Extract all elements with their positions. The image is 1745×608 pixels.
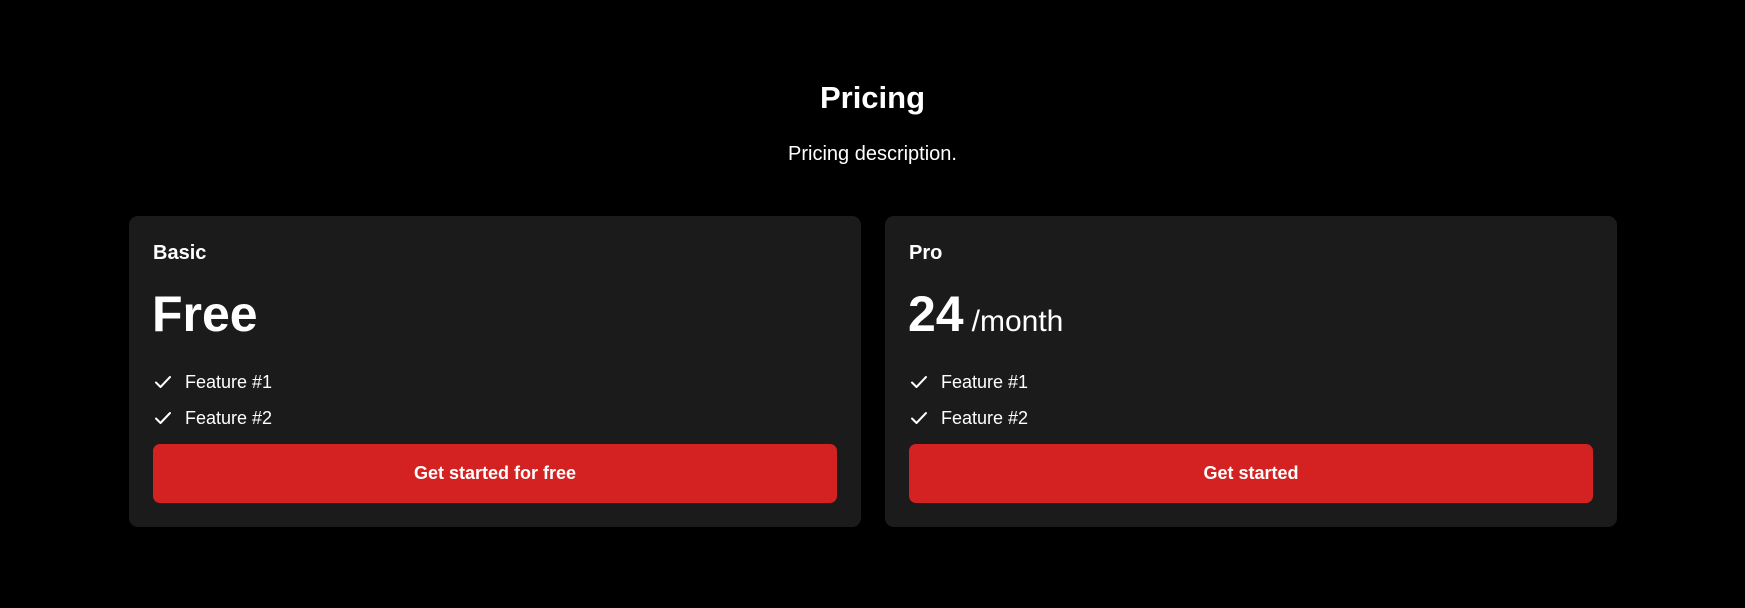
check-icon xyxy=(153,372,173,392)
feature-label: Feature #2 xyxy=(185,408,273,428)
feature-list: Feature #1 Feature #2 xyxy=(153,364,272,436)
pricing-card-basic: Basic Free Feature #1 Feature #2 Get sta… xyxy=(129,216,861,527)
pricing-description: Pricing description. xyxy=(788,143,957,165)
plan-price: Free xyxy=(152,286,258,342)
get-started-button[interactable]: Get started xyxy=(909,444,1593,503)
feature-item: Feature #1 xyxy=(909,364,1028,400)
price-row: 24 /month xyxy=(908,282,1063,346)
plan-period: /month xyxy=(971,305,1064,338)
check-icon xyxy=(909,408,929,428)
feature-label: Feature #1 xyxy=(941,372,1029,392)
check-icon xyxy=(909,372,929,392)
feature-item: Feature #2 xyxy=(153,400,272,436)
plan-price: 24 xyxy=(908,286,964,342)
check-icon xyxy=(153,408,173,428)
feature-item: Feature #1 xyxy=(153,364,272,400)
plan-name: Basic xyxy=(153,242,207,264)
pricing-title: Pricing xyxy=(819,80,926,115)
feature-label: Feature #1 xyxy=(185,372,273,392)
pricing-card-pro: Pro 24 /month Feature #1 Feature #2 Get … xyxy=(885,216,1617,527)
feature-list: Feature #1 Feature #2 xyxy=(909,364,1028,436)
feature-label: Feature #2 xyxy=(941,408,1029,428)
price-row: Free xyxy=(152,282,258,346)
feature-item: Feature #2 xyxy=(909,400,1028,436)
plan-name: Pro xyxy=(909,242,943,264)
pricing-section: Pricing Pricing description. Basic Free … xyxy=(0,0,1745,608)
get-started-free-button[interactable]: Get started for free xyxy=(153,444,837,503)
